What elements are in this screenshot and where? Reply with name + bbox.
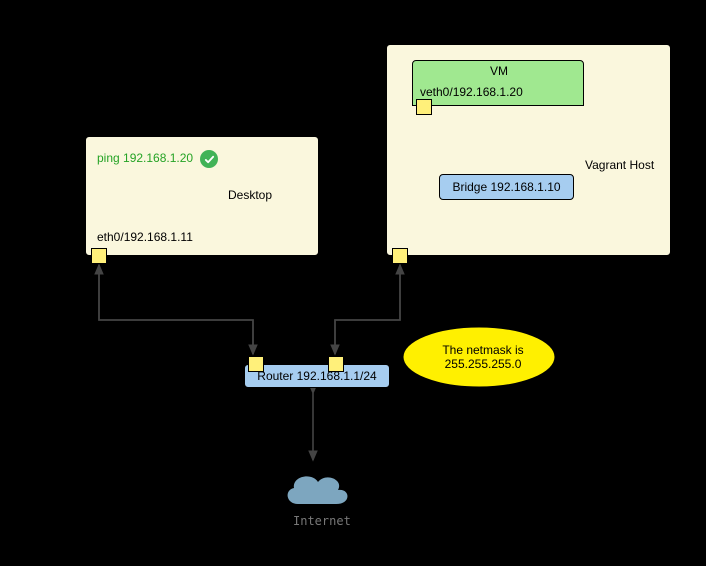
desktop-port-eth0 xyxy=(91,248,107,264)
router-label: Router 192.168.1.1/24 xyxy=(257,369,376,383)
desktop-label: Desktop xyxy=(228,188,272,202)
host-port xyxy=(392,248,408,264)
bridge-label: Bridge 192.168.1.10 xyxy=(452,180,560,194)
vagrant-host-label: Vagrant Host xyxy=(585,158,654,172)
vm-label: VM xyxy=(490,64,508,78)
netmask-note: The netmask is 255.255.255.0 xyxy=(400,325,558,389)
note-line2: 255.255.255.0 xyxy=(445,357,522,371)
router-box: Router 192.168.1.1/24 xyxy=(244,364,390,388)
cloud-icon xyxy=(278,466,356,514)
ping-command: ping 192.168.1.20 xyxy=(97,151,193,165)
desktop-port-label: eth0/192.168.1.11 xyxy=(97,230,193,244)
diagram-canvas: Vagrant Host VM veth0/192.168.1.20 Bridg… xyxy=(0,0,706,566)
router-port-right xyxy=(328,356,344,372)
vm-port-label: veth0/192.168.1.20 xyxy=(420,85,523,99)
ping-line: ping 192.168.1.20 xyxy=(97,150,218,168)
internet-cloud xyxy=(278,466,356,517)
vm-port-veth0 xyxy=(416,99,432,115)
bridge-box: Bridge 192.168.1.10 xyxy=(439,174,574,200)
check-icon xyxy=(200,150,218,168)
note-line1: The netmask is xyxy=(442,343,523,357)
router-port-left xyxy=(248,356,264,372)
internet-label: Internet xyxy=(293,514,351,528)
